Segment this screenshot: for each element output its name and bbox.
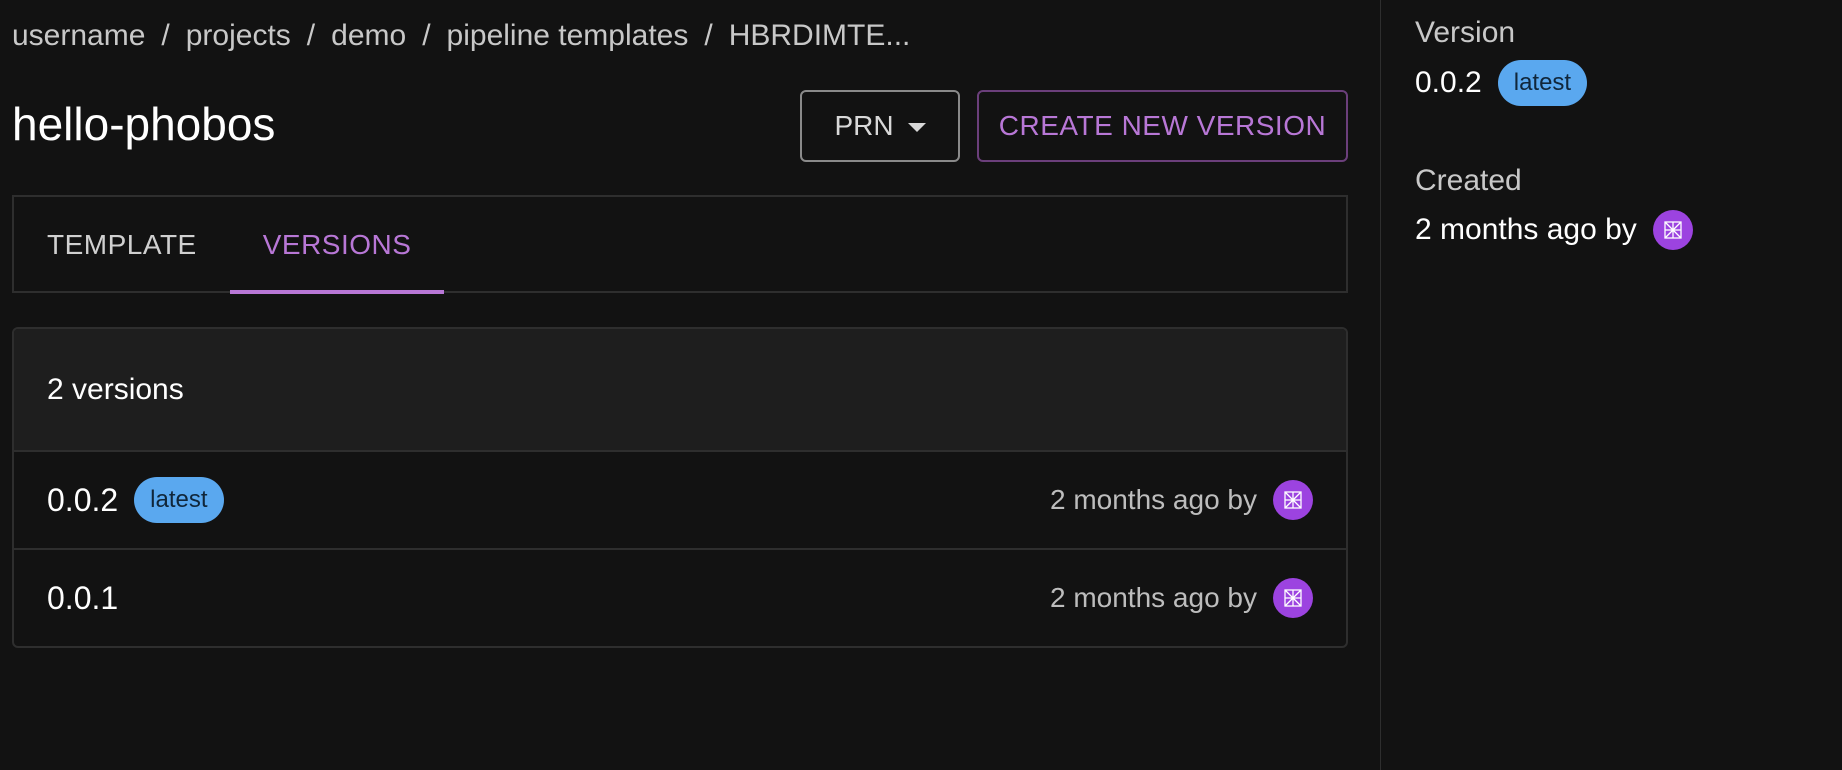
breadcrumb: username / projects / demo / pipeline te…: [12, 16, 910, 56]
version-number: 0.0.1: [47, 579, 119, 616]
create-new-version-button[interactable]: CREATE NEW VERSION: [977, 90, 1348, 162]
breadcrumb-demo[interactable]: demo: [331, 19, 406, 53]
version-info: 0.0.2 latest: [47, 477, 224, 523]
created-value: 2 months ago by: [1415, 210, 1693, 250]
versions-list: 2 versions 0.0.2 latest 2 months ago by: [12, 327, 1348, 648]
version-created: 2 months ago by: [1050, 578, 1313, 618]
version-row-0.0.1[interactable]: 0.0.1 2 months ago by: [14, 548, 1346, 646]
sidebar-version-number: 0.0.2: [1415, 66, 1482, 99]
breadcrumb-projects[interactable]: projects: [186, 19, 291, 53]
version-value: 0.0.2 latest: [1415, 60, 1588, 106]
tab-versions[interactable]: VERSIONS: [229, 197, 445, 294]
page: username / projects / demo / pipeline te…: [0, 0, 1842, 770]
breadcrumb-pipeline-templates[interactable]: pipeline templates: [447, 19, 689, 53]
breadcrumb-username[interactable]: username: [12, 19, 145, 53]
user-avatar-icon[interactable]: [1273, 480, 1313, 520]
breadcrumb-separator: /: [161, 19, 170, 52]
prn-button[interactable]: PRN: [800, 90, 960, 162]
version-number: 0.0.2: [47, 481, 119, 518]
breadcrumb-separator: /: [306, 19, 316, 52]
latest-badge: latest: [134, 477, 224, 523]
sidebar-divider: [1380, 0, 1381, 770]
created-text: 2 months ago by: [1049, 582, 1257, 613]
user-avatar-icon[interactable]: [1652, 210, 1693, 250]
tab-template[interactable]: TEMPLATE: [14, 197, 230, 293]
versions-count: 2 versions: [14, 329, 1346, 452]
tab-bar: TEMPLATE VERSIONS: [12, 195, 1348, 294]
page-title: hello-phobos: [12, 98, 276, 150]
created-label: Created: [1415, 164, 1522, 197]
latest-badge: latest: [1497, 60, 1588, 106]
prn-button-label: PRN: [834, 110, 894, 141]
version-row-0.0.2[interactable]: 0.0.2 latest 2 months ago by: [14, 452, 1346, 548]
version-label: Version: [1415, 16, 1516, 49]
main-content: username / projects / demo / pipeline te…: [12, 0, 1348, 770]
version-info: 0.0.1: [47, 580, 118, 617]
created-text: 2 months ago by: [1049, 484, 1257, 515]
user-avatar-icon[interactable]: [1273, 578, 1313, 618]
breadcrumb-template-id[interactable]: HBRDIMTE...: [729, 19, 911, 53]
breadcrumb-separator: /: [704, 19, 713, 52]
breadcrumb-separator: /: [422, 19, 431, 52]
version-created: 2 months ago by: [1050, 480, 1313, 520]
chevron-down-icon: [907, 122, 926, 132]
sidebar-created-text: 2 months ago by: [1415, 213, 1637, 246]
